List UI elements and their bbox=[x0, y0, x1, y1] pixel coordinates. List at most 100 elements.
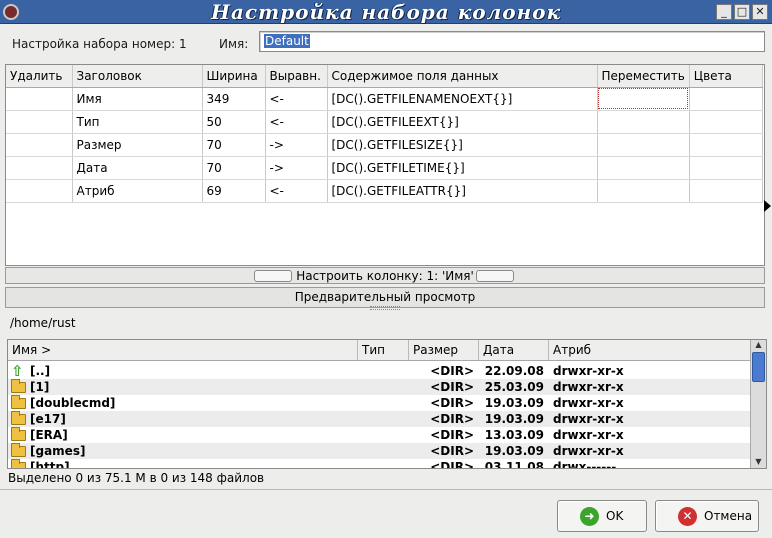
file-header-date[interactable]: Дата bbox=[479, 340, 549, 360]
header-delete[interactable]: Удалить bbox=[6, 65, 73, 88]
cell-delete[interactable] bbox=[6, 133, 73, 157]
columns-grid-header: Удалить Заголовок Ширина Выравн. Содержи… bbox=[6, 65, 763, 88]
cell-width[interactable]: 349 bbox=[202, 87, 266, 111]
table-row[interactable]: Атриб 69 <- [DC().GETFILEATTR{}] bbox=[6, 179, 763, 203]
cell-width[interactable]: 50 bbox=[202, 110, 266, 134]
minimize-button[interactable]: _ bbox=[716, 4, 732, 20]
table-row[interactable]: Имя 349 <- [DC().GETFILENAMENOEXT{}] bbox=[6, 87, 763, 111]
header-move[interactable]: Переместить bbox=[597, 65, 690, 88]
cell-content[interactable]: [DC().GETFILENAMENOEXT{}] bbox=[327, 87, 598, 111]
table-row[interactable]: Дата 70 -> [DC().GETFILETIME{}] bbox=[6, 156, 763, 180]
previous-column-button[interactable] bbox=[254, 270, 292, 282]
cell-align[interactable]: -> bbox=[265, 156, 328, 180]
cell-colors[interactable] bbox=[689, 156, 763, 180]
cell-colors[interactable] bbox=[689, 179, 763, 203]
file-size: <DIR> bbox=[430, 380, 474, 394]
cell-title[interactable]: Дата bbox=[72, 156, 203, 180]
columns-grid[interactable]: Удалить Заголовок Ширина Выравн. Содержи… bbox=[5, 64, 765, 266]
cell-align[interactable]: <- bbox=[265, 179, 328, 203]
file-name: [..] bbox=[30, 364, 51, 378]
name-input[interactable]: Default bbox=[259, 31, 765, 52]
divider bbox=[0, 489, 772, 490]
cell-move[interactable] bbox=[597, 110, 690, 134]
cell-content[interactable]: [DC().GETFILESIZE{}] bbox=[327, 133, 598, 157]
cancel-icon: ✕ bbox=[678, 507, 697, 526]
cell-content[interactable]: [DC().GETFILETIME{}] bbox=[327, 156, 598, 180]
file-header-type[interactable]: Тип bbox=[358, 340, 409, 360]
file-row[interactable]: [games] <DIR> 19.03.09 drwxr-xr-x bbox=[8, 443, 750, 459]
cell-align[interactable]: -> bbox=[265, 133, 328, 157]
cell-content[interactable]: [DC().GETFILEEXT{}] bbox=[327, 110, 598, 134]
cell-delete[interactable] bbox=[6, 156, 73, 180]
file-row[interactable]: [e17] <DIR> 19.03.09 drwxr-xr-x bbox=[8, 411, 750, 427]
table-row[interactable]: Размер 70 -> [DC().GETFILESIZE{}] bbox=[6, 133, 763, 157]
file-header-attr[interactable]: Атриб bbox=[549, 340, 750, 360]
file-attr: drwxr-xr-x bbox=[553, 428, 624, 442]
scroll-down-icon[interactable]: ▼ bbox=[751, 457, 766, 468]
cell-delete[interactable] bbox=[6, 87, 73, 111]
folder-icon bbox=[11, 379, 26, 393]
cell-title[interactable]: Тип bbox=[72, 110, 203, 134]
file-size: <DIR> bbox=[430, 444, 474, 458]
cell-move[interactable] bbox=[597, 179, 690, 203]
cell-colors[interactable] bbox=[689, 87, 763, 111]
file-list-scrollbar[interactable]: ▲ ▼ bbox=[750, 340, 766, 468]
folder-icon bbox=[11, 411, 26, 425]
file-date: 25.03.09 bbox=[484, 380, 544, 394]
file-size: <DIR> bbox=[430, 396, 474, 410]
cell-content[interactable]: [DC().GETFILEATTR{}] bbox=[327, 179, 598, 203]
cell-delete[interactable] bbox=[6, 179, 73, 203]
cell-delete[interactable] bbox=[6, 110, 73, 134]
file-header-name[interactable]: Имя > bbox=[8, 340, 358, 360]
file-attr: drwxr-xr-x bbox=[553, 380, 624, 394]
close-button[interactable]: ✕ bbox=[752, 4, 768, 20]
cell-width[interactable]: 69 bbox=[202, 179, 266, 203]
file-row[interactable]: [http] <DIR> 03.11.08 drwx------ bbox=[8, 459, 750, 469]
cancel-button[interactable]: ✕ Отмена bbox=[655, 500, 759, 532]
cell-move[interactable] bbox=[597, 87, 690, 111]
cell-title[interactable]: Имя bbox=[72, 87, 203, 111]
file-date: 19.03.09 bbox=[484, 444, 544, 458]
file-row[interactable]: [1] <DIR> 25.03.09 drwxr-xr-x bbox=[8, 379, 750, 395]
ok-button[interactable]: ➜ OK bbox=[557, 500, 647, 532]
scrollbar-thumb[interactable] bbox=[752, 352, 765, 382]
cell-move[interactable] bbox=[597, 133, 690, 157]
scroll-up-icon[interactable]: ▲ bbox=[751, 340, 766, 351]
maximize-button[interactable]: □ bbox=[734, 4, 750, 20]
file-row[interactable]: [doublecmd] <DIR> 19.03.09 drwxr-xr-x bbox=[8, 395, 750, 411]
file-header-size[interactable]: Размер bbox=[409, 340, 479, 360]
configure-column-strip: Настроить колонку: 1: 'Имя' bbox=[5, 267, 765, 284]
file-size: <DIR> bbox=[430, 460, 474, 469]
cell-title[interactable]: Атриб bbox=[72, 179, 203, 203]
cell-colors[interactable] bbox=[689, 110, 763, 134]
header-align[interactable]: Выравн. bbox=[265, 65, 328, 88]
ok-button-label: OK bbox=[606, 509, 624, 523]
cell-move[interactable] bbox=[597, 156, 690, 180]
file-name: [1] bbox=[30, 380, 50, 394]
file-size: <DIR> bbox=[430, 364, 474, 378]
cell-width[interactable]: 70 bbox=[202, 156, 266, 180]
preview-toggle-button[interactable]: Предварительный просмотр bbox=[5, 287, 765, 308]
file-name: [http] bbox=[30, 460, 70, 469]
folder-icon bbox=[11, 395, 26, 409]
cell-title[interactable]: Размер bbox=[72, 133, 203, 157]
header-content[interactable]: Содержимое поля данных bbox=[327, 65, 598, 88]
cell-width[interactable]: 70 bbox=[202, 133, 266, 157]
splitter-grip[interactable] bbox=[370, 306, 400, 310]
cell-align[interactable]: <- bbox=[265, 110, 328, 134]
next-column-button[interactable] bbox=[476, 270, 514, 282]
header-title[interactable]: Заголовок bbox=[72, 65, 203, 88]
file-name: [doublecmd] bbox=[30, 396, 116, 410]
file-attr: drwxr-xr-x bbox=[553, 364, 624, 378]
file-row[interactable]: [ERA] <DIR> 13.03.09 drwxr-xr-x bbox=[8, 427, 750, 443]
file-date: 19.03.09 bbox=[484, 396, 544, 410]
cell-align[interactable]: <- bbox=[265, 87, 328, 111]
file-date: 13.03.09 bbox=[484, 428, 544, 442]
cell-colors[interactable] bbox=[689, 133, 763, 157]
ok-icon: ➜ bbox=[580, 507, 599, 526]
table-row[interactable]: Тип 50 <- [DC().GETFILEEXT{}] bbox=[6, 110, 763, 134]
preview-file-list[interactable]: Имя > Тип Размер Дата Атриб ⇧ [..] <DIR>… bbox=[7, 339, 767, 469]
header-colors[interactable]: Цвета bbox=[689, 65, 763, 88]
file-row[interactable]: ⇧ [..] <DIR> 22.09.08 drwxr-xr-x bbox=[8, 363, 750, 379]
header-width[interactable]: Ширина bbox=[202, 65, 266, 88]
